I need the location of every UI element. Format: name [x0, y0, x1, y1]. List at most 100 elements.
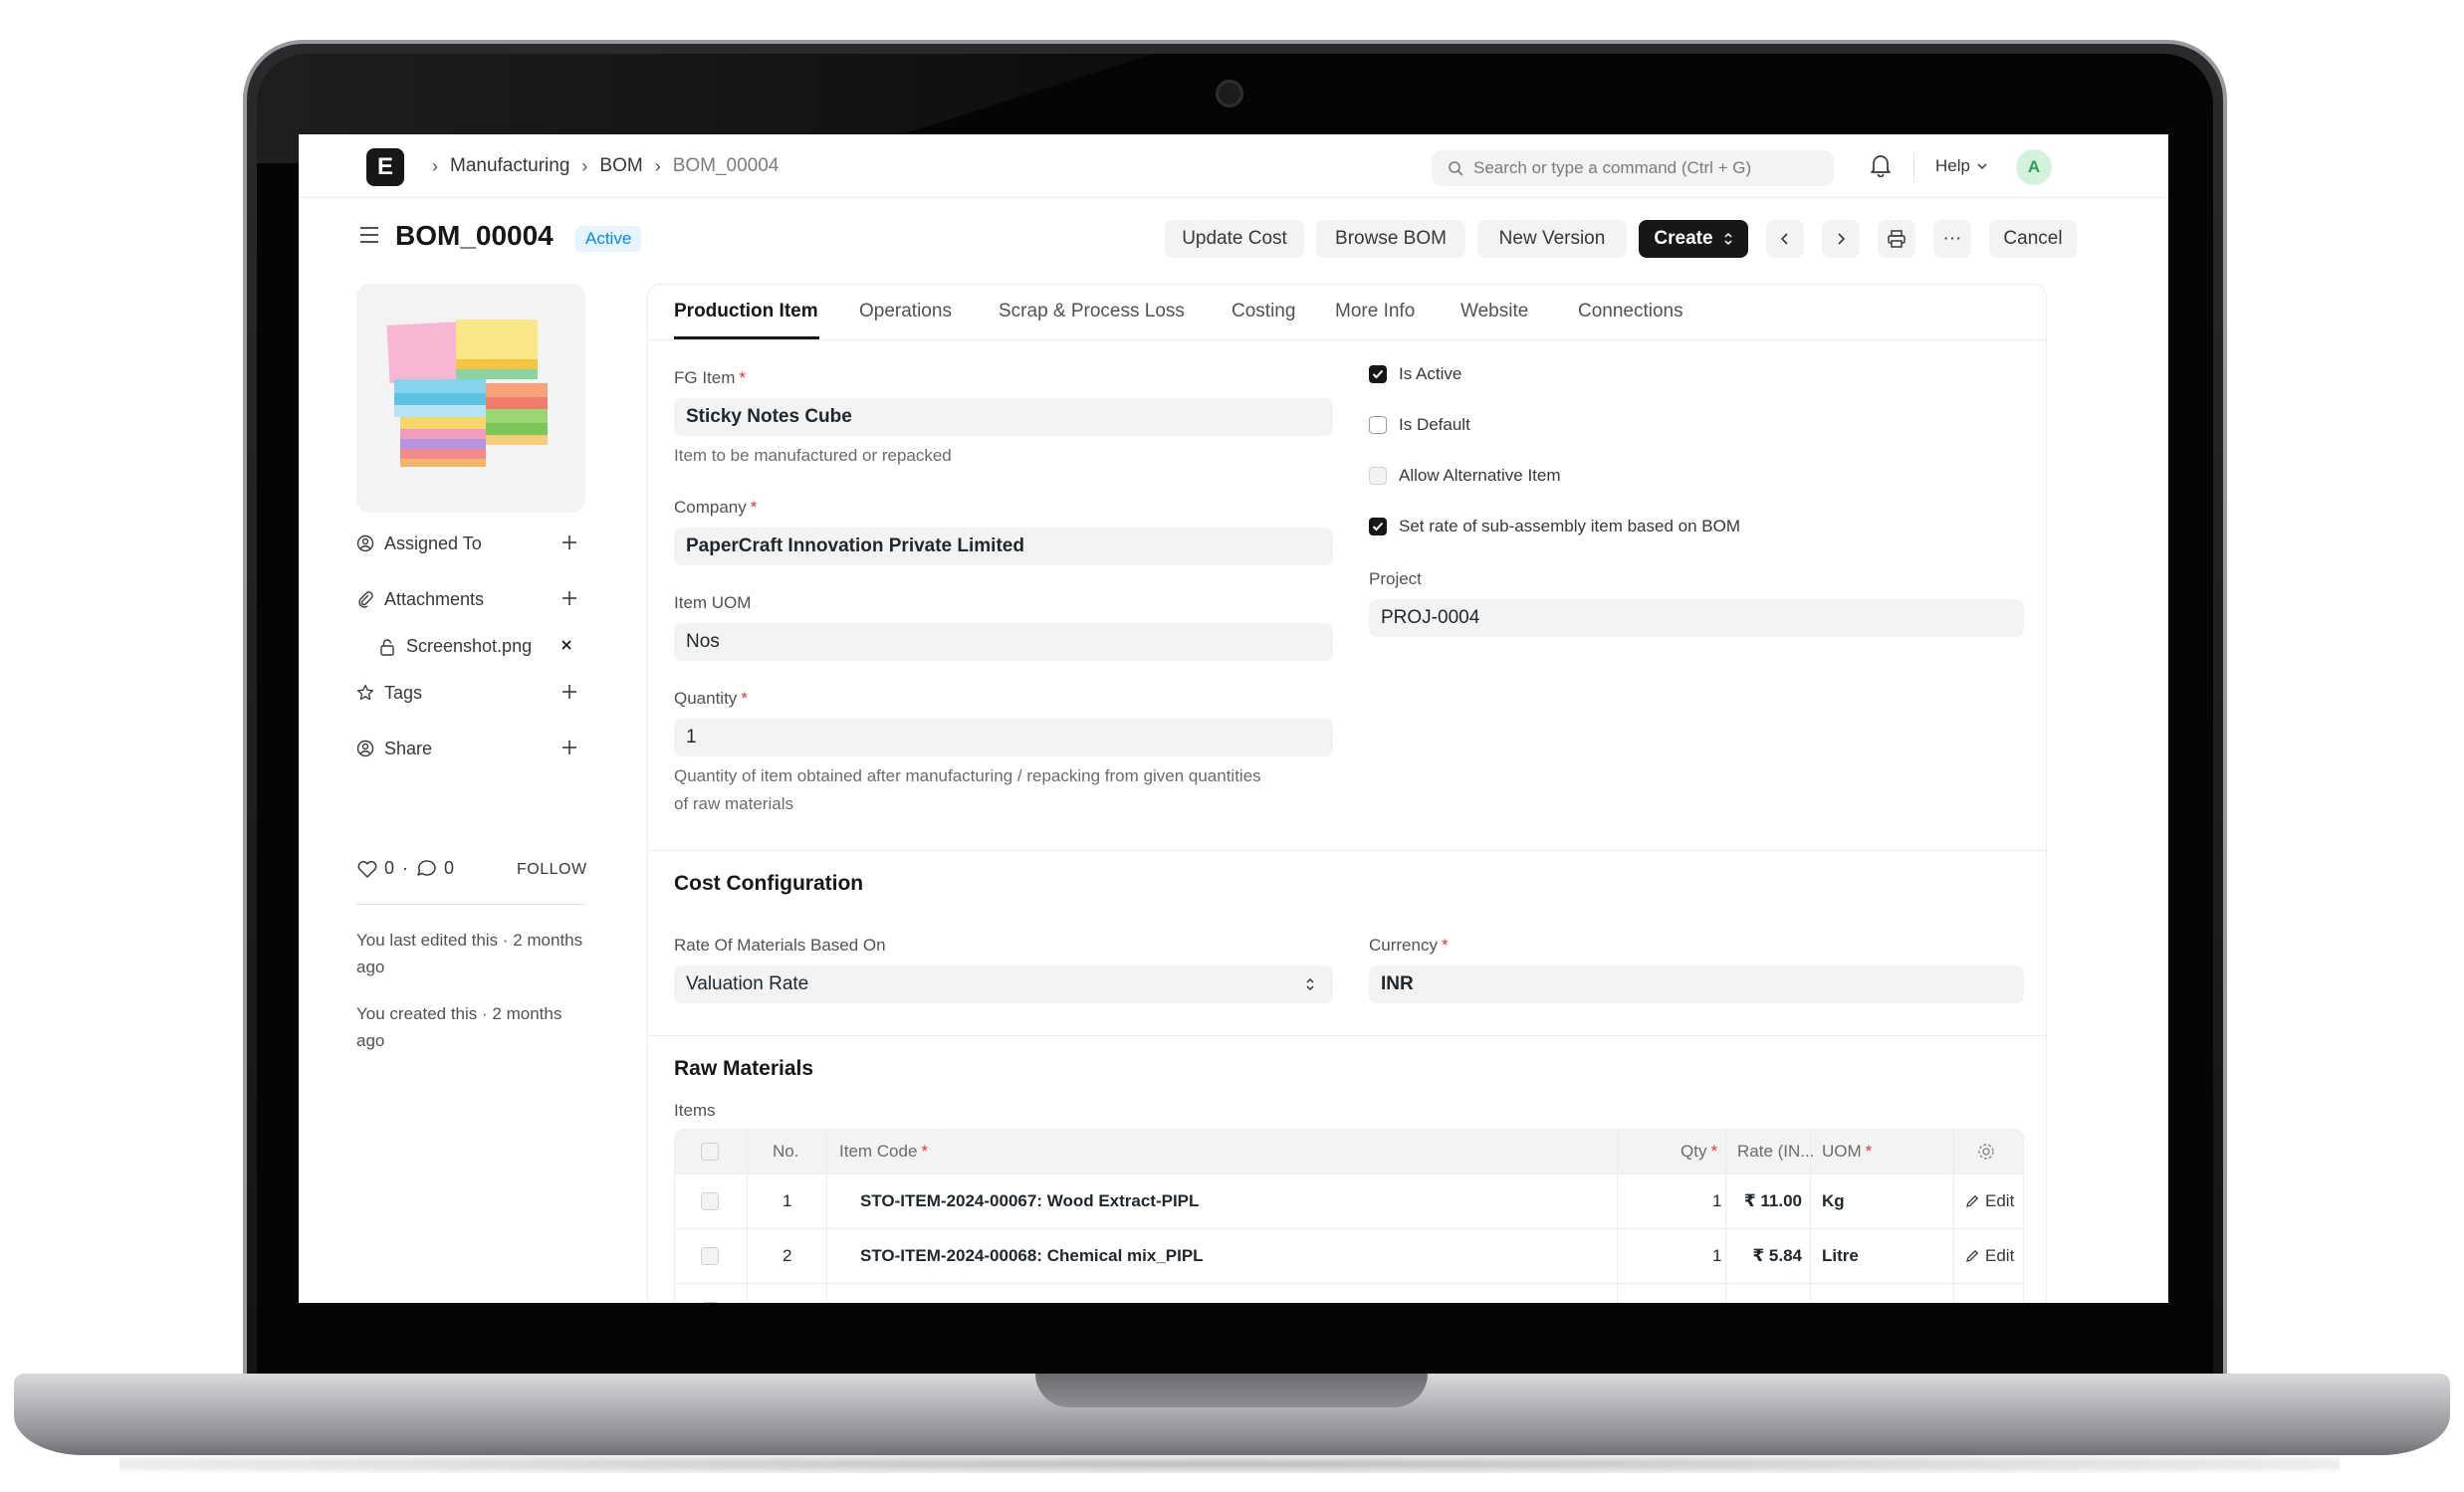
- row-qty[interactable]: 1: [1712, 1174, 1721, 1228]
- search-placeholder: Search or type a command (Ctrl + G): [1473, 158, 1752, 177]
- currency-label: Currency *: [1369, 936, 1449, 955]
- row-rate[interactable]: ₹ 5.84: [1736, 1229, 1802, 1283]
- help-dropdown[interactable]: Help: [1935, 156, 1988, 176]
- active-tab-indicator: [674, 336, 819, 339]
- browse-bom-button[interactable]: Browse BOM: [1316, 220, 1465, 258]
- row-item-code[interactable]: STO-ITEM-2024-00067: Wood Extract-PIPL: [860, 1174, 1199, 1228]
- more-actions-button[interactable]: ···: [1933, 220, 1971, 258]
- close-icon[interactable]: [560, 638, 573, 652]
- webcam: [1216, 80, 1243, 107]
- next-doc-button[interactable]: [1822, 220, 1860, 258]
- rate-based-on-select[interactable]: Valuation Rate: [674, 965, 1333, 1003]
- follow-button[interactable]: FOLLOW: [517, 861, 587, 879]
- share-row[interactable]: Share: [356, 734, 585, 763]
- attachment-item[interactable]: Screenshot.png: [378, 636, 532, 657]
- row-edit-button[interactable]: Edit: [1965, 1284, 2014, 1303]
- table-row[interactable]: 1 STO-ITEM-2024-00067: Wood Extract-PIPL…: [675, 1173, 2023, 1228]
- plus-icon[interactable]: [560, 533, 579, 552]
- pencil-icon: [1966, 1249, 1979, 1262]
- company-label: Company *: [674, 498, 758, 517]
- laptop-notch: [1035, 1374, 1428, 1407]
- cancel-button[interactable]: Cancel: [1989, 220, 2077, 258]
- row-rate[interactable]: ₹ 11.00: [1736, 1174, 1802, 1228]
- activity-last-edited: You last edited this · 2 months ago: [356, 931, 583, 976]
- print-button[interactable]: [1878, 220, 1915, 258]
- project-field[interactable]: PROJ-0004: [1369, 599, 2024, 637]
- row-edit-button[interactable]: Edit: [1965, 1229, 2014, 1283]
- attachments-row[interactable]: Attachments: [356, 584, 585, 614]
- edit-label: Edit: [1985, 1246, 2015, 1265]
- page-title: BOM_00004: [395, 220, 554, 251]
- item-image: [356, 284, 585, 513]
- chevron-right-icon: ›: [581, 155, 588, 176]
- row-qty[interactable]: 1: [1712, 1229, 1721, 1283]
- quantity-label: Quantity *: [674, 689, 748, 708]
- row-rate[interactable]: ₹ 5.82: [1736, 1284, 1802, 1303]
- fg-item-field[interactable]: Sticky Notes Cube: [674, 398, 1333, 436]
- paperclip-icon: [356, 590, 378, 608]
- row-uom[interactable]: Litre: [1822, 1284, 1859, 1303]
- edit-label: Edit: [1985, 1301, 2014, 1303]
- create-button[interactable]: Create: [1639, 220, 1748, 258]
- likes-count: 0: [384, 858, 395, 878]
- tab-production-item[interactable]: Production Item: [674, 301, 818, 322]
- row-uom[interactable]: Litre: [1822, 1229, 1859, 1283]
- table-row[interactable]: 3 STO-ITEM-2024-00069: Multi Colour Extr…: [675, 1283, 2023, 1303]
- plus-icon[interactable]: [560, 588, 579, 608]
- row-checkbox[interactable]: [701, 1284, 719, 1303]
- tab-more-info[interactable]: More Info: [1335, 301, 1415, 322]
- tab-connections[interactable]: Connections: [1578, 301, 1683, 322]
- search-icon: [1449, 161, 1463, 176]
- row-checkbox[interactable]: [701, 1174, 719, 1228]
- create-label: Create: [1654, 228, 1713, 249]
- comment-icon[interactable]: [416, 859, 438, 879]
- table-header: No. Item Code * Qty * Rate (IN... UOM *: [675, 1130, 2023, 1173]
- row-item-code[interactable]: STO-ITEM-2024-00069: Multi Colour Extrac…: [860, 1284, 1254, 1303]
- checkbox-checked[interactable]: [1369, 518, 1387, 535]
- bell-icon[interactable]: [1870, 153, 1892, 177]
- tab-costing[interactable]: Costing: [1232, 301, 1295, 322]
- assigned-to-label: Assigned To: [384, 533, 482, 553]
- item-uom-field[interactable]: Nos: [674, 623, 1333, 661]
- tab-bar: Production Item Operations Scrap & Proce…: [648, 285, 2046, 340]
- hamburger-menu-icon[interactable]: [358, 225, 380, 245]
- row-edit-button[interactable]: Edit: [1965, 1174, 2014, 1228]
- app-logo-icon[interactable]: E: [366, 148, 404, 186]
- previous-doc-button[interactable]: [1766, 220, 1804, 258]
- settings-gear-icon[interactable]: [1977, 1130, 1995, 1173]
- plus-icon[interactable]: [560, 682, 579, 702]
- is-active-checkbox[interactable]: Is Active: [1369, 364, 1461, 384]
- set-rate-checkbox[interactable]: Set rate of sub-assembly item based on B…: [1369, 517, 1740, 536]
- plus-icon[interactable]: [560, 738, 579, 757]
- row-checkbox[interactable]: [701, 1229, 719, 1283]
- tab-operations[interactable]: Operations: [859, 301, 952, 322]
- app-screen: E › Manufacturing › BOM › BOM_00004 Sear…: [299, 134, 2168, 1303]
- header-qty: Qty *: [1680, 1142, 1718, 1161]
- checkbox-unchecked[interactable]: [1369, 416, 1387, 434]
- table-row[interactable]: 2 STO-ITEM-2024-00068: Chemical mix_PIPL…: [675, 1228, 2023, 1283]
- tab-website[interactable]: Website: [1460, 301, 1528, 322]
- company-field[interactable]: PaperCraft Innovation Private Limited: [674, 528, 1333, 565]
- row-item-code[interactable]: STO-ITEM-2024-00068: Chemical mix_PIPL: [860, 1229, 1204, 1283]
- currency-field[interactable]: INR: [1369, 965, 2024, 1003]
- is-default-label: Is Default: [1399, 415, 1470, 434]
- heart-icon[interactable]: [356, 859, 378, 879]
- update-cost-button[interactable]: Update Cost: [1165, 220, 1304, 258]
- is-default-checkbox[interactable]: Is Default: [1369, 415, 1470, 435]
- assigned-to-row[interactable]: Assigned To: [356, 529, 585, 558]
- quantity-field[interactable]: 1: [674, 719, 1333, 756]
- avatar[interactable]: A: [2016, 149, 2052, 185]
- allow-alternative-item-checkbox[interactable]: Allow Alternative Item: [1369, 466, 1561, 486]
- new-version-button[interactable]: New Version: [1477, 220, 1627, 258]
- checkbox-checked[interactable]: [1369, 365, 1387, 383]
- search-input[interactable]: Search or type a command (Ctrl + G): [1432, 150, 1834, 186]
- breadcrumb-current[interactable]: BOM_00004: [673, 155, 780, 177]
- attachments-label: Attachments: [384, 588, 485, 609]
- tags-row[interactable]: Tags: [356, 678, 585, 708]
- breadcrumb-bom[interactable]: BOM: [599, 155, 642, 177]
- select-all-checkbox[interactable]: [701, 1130, 719, 1173]
- row-qty[interactable]: 1: [1712, 1284, 1721, 1303]
- tab-scrap-process-loss[interactable]: Scrap & Process Loss: [999, 301, 1185, 322]
- breadcrumb-manufacturing[interactable]: Manufacturing: [450, 155, 569, 177]
- row-uom[interactable]: Kg: [1822, 1174, 1845, 1228]
